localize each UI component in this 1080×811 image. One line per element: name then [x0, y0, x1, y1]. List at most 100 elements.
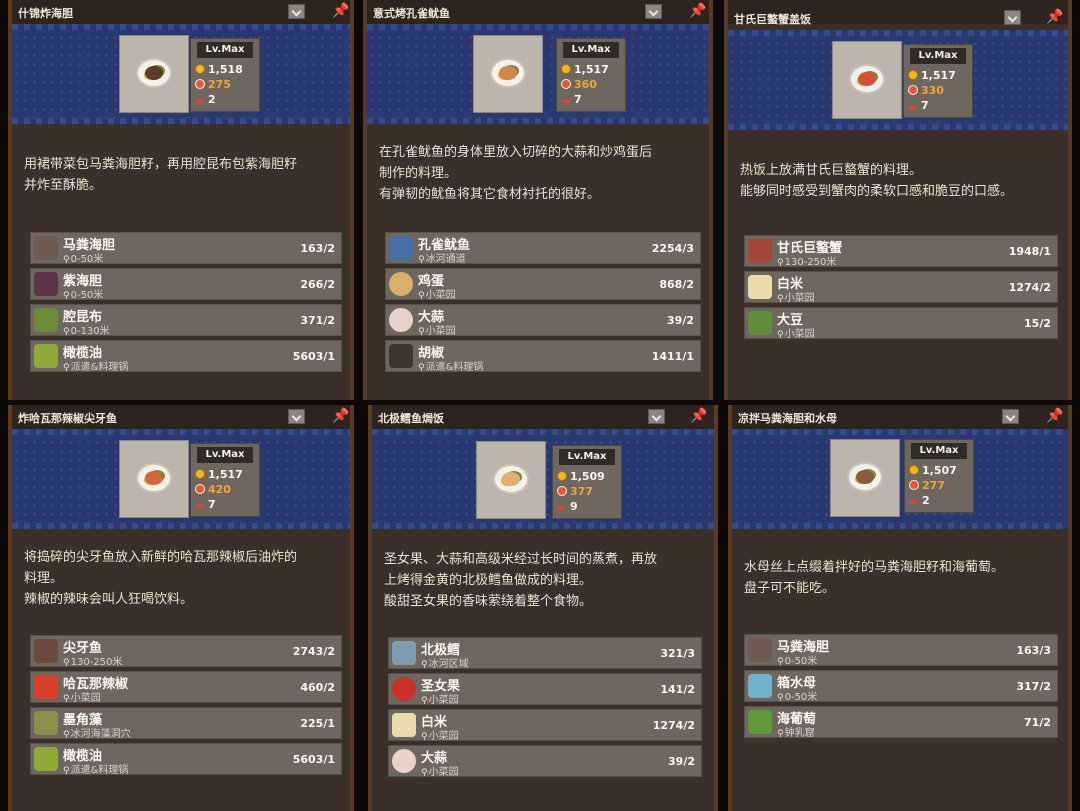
dish-banner: Lv.Max 1,507 277 ▬ 2 — [732, 429, 1068, 529]
ingredient-count: 1274/2 — [652, 719, 695, 732]
dish-banner: Lv.Max 1,509 377 ▬ 9 — [372, 429, 714, 529]
ingredient-row[interactable]: 鸡蛋 小菜园 868/2 — [385, 268, 701, 301]
ingredient-row[interactable]: 甘氏巨螯蟹 130-250米 1948/1 — [744, 235, 1058, 268]
ingredient-location: 0-130米 — [63, 322, 110, 337]
chevron-down-icon[interactable] — [288, 4, 305, 19]
ingredient-count: 163/2 — [300, 242, 335, 255]
card-titlebar: 意式烤孔雀鱿鱼 📌 — [367, 0, 709, 24]
description-line: 有弹韧的鱿鱼将其它食材衬托的很好。 — [379, 187, 601, 202]
ingredient-location: 钟乳窟 — [777, 724, 815, 739]
pin-icon[interactable]: 📌 — [690, 408, 707, 424]
price-value: 1,517 — [921, 69, 956, 82]
ingredient-location: 小菜园 — [418, 322, 456, 337]
ingredient-row[interactable]: 北极鳕 冰河区域 321/3 — [388, 637, 702, 670]
pin-icon[interactable]: 📌 — [332, 408, 349, 424]
squid-icon — [389, 236, 413, 260]
ingredient-row[interactable]: 腔昆布 0-130米 371/2 — [30, 304, 342, 337]
taste-value: 360 — [574, 78, 597, 91]
price-value: 1,507 — [922, 464, 957, 477]
jellyfish-icon — [748, 674, 772, 698]
dish-banner: Lv.Max 1,517 330 ▬ 7 — [728, 30, 1068, 130]
ingredient-count: 15/2 — [1024, 317, 1051, 330]
ingredient-row[interactable]: 箱水母 0-50米 317/2 — [744, 670, 1058, 703]
ingredient-row[interactable]: 大蒜 小菜园 39/2 — [385, 304, 701, 337]
amount-value: 2 — [208, 93, 216, 106]
taste-row: 330 — [908, 84, 944, 98]
ingredient-row[interactable]: 墨角藻 冰河海藻洞穴 225/1 — [30, 707, 342, 740]
price-value: 1,509 — [570, 470, 605, 483]
ingredient-row[interactable]: 圣女果 小菜园 141/2 — [388, 673, 702, 706]
amount-row: ▬ 2 — [909, 494, 930, 508]
ingredient-row[interactable]: 紫海胆 0-50米 266/2 — [30, 268, 342, 301]
taste-value: 277 — [922, 479, 945, 492]
ingredient-count: 5603/1 — [292, 753, 335, 766]
ingredient-row[interactable]: 大豆 小菜园 15/2 — [744, 307, 1058, 340]
taste-icon — [557, 486, 567, 496]
description-line: 盘子可不能吃。 — [744, 581, 836, 596]
recipe-title: 什锦炸海胆 — [18, 7, 73, 20]
chevron-down-icon[interactable] — [645, 4, 662, 19]
description-line: 用裙带菜包马粪海胆籽，再用腔昆布包紫海胆籽 — [24, 157, 298, 172]
ingredient-count: 163/3 — [1016, 644, 1051, 657]
ingredient-row[interactable]: 胡椒 派遣&料理锅 1411/1 — [385, 340, 701, 373]
amount-value: 9 — [570, 500, 578, 513]
dish-icon — [847, 462, 883, 492]
level-badge: Lv.Max — [563, 42, 619, 58]
ingredient-location: 小菜园 — [421, 727, 459, 742]
level-badge: Lv.Max — [197, 42, 253, 58]
description-line: 料理。 — [24, 571, 64, 586]
ingredient-location: 小菜园 — [421, 763, 459, 778]
pin-icon[interactable]: 📌 — [332, 3, 349, 19]
ingredient-row[interactable]: 橄榄油 派遣&料理锅 5603/1 — [30, 340, 342, 373]
ingredient-location: 小菜园 — [63, 689, 101, 704]
dish-icon — [849, 64, 885, 94]
ingredient-row[interactable]: 哈瓦那辣椒 小菜园 460/2 — [30, 671, 342, 704]
chevron-down-icon[interactable] — [1004, 10, 1021, 25]
ingredient-count: 2254/3 — [651, 242, 694, 255]
dish-icon — [490, 58, 526, 88]
recipe-card: 什锦炸海胆 📌 Lv.Max 1,518 275 ▬ 2 用裙带菜包马粪海胆籽，再… — [8, 0, 354, 400]
taste-value: 275 — [208, 78, 231, 91]
ingredient-row[interactable]: 马粪海胆 0-50米 163/2 — [30, 232, 342, 265]
dish-icon — [136, 463, 172, 493]
stats-panel: Lv.Max 1,517 360 ▬ 7 — [556, 38, 626, 112]
amount-row: ▬ 7 — [908, 99, 929, 113]
soybean-icon — [748, 311, 772, 335]
pepper-jar-icon — [389, 344, 413, 368]
price-value: 1,517 — [574, 63, 609, 76]
ingredient-row[interactable]: 海葡萄 钟乳窟 71/2 — [744, 706, 1058, 739]
coin-icon — [561, 64, 571, 74]
amount-row: ▬ 9 — [557, 500, 578, 514]
purple-urchin-icon — [34, 272, 58, 296]
dish-frame — [476, 441, 546, 519]
pin-icon[interactable]: 📌 — [1046, 408, 1063, 424]
card-titlebar: 北极鳕鱼焗饭 📌 — [372, 405, 714, 429]
stats-panel: Lv.Max 1,517 420 ▬ 7 — [190, 443, 260, 517]
dish-banner: Lv.Max 1,517 420 ▬ 7 — [12, 429, 350, 529]
recipe-card: 意式烤孔雀鱿鱼 📌 Lv.Max 1,517 360 ▬ 7 在孔雀鱿鱼的身体里放… — [363, 0, 713, 400]
recipe-description: 将捣碎的尖牙鱼放入新鲜的哈瓦那辣椒后油炸的 料理。 辣椒的辣味会叫人狂喝饮料。 — [24, 547, 338, 610]
recipe-title: 炸哈瓦那辣椒尖牙鱼 — [18, 412, 117, 425]
taste-icon — [195, 484, 205, 494]
ingredient-location: 0-50米 — [63, 250, 104, 265]
chevron-down-icon[interactable] — [1002, 409, 1019, 424]
amount-row: ▬ 7 — [195, 498, 216, 512]
chevron-down-icon[interactable] — [648, 409, 665, 424]
pin-icon[interactable]: 📌 — [1046, 9, 1063, 25]
dish-banner: Lv.Max 1,517 360 ▬ 7 — [367, 24, 709, 124]
ingredient-row[interactable]: 橄榄油 派遣&料理锅 5603/1 — [30, 743, 342, 776]
meat-icon: ▬ — [908, 102, 918, 113]
description-line: 辣椒的辣味会叫人狂喝饮料。 — [24, 592, 194, 607]
description-line: 在孔雀鱿鱼的身体里放入切碎的大蒜和炒鸡蛋后 — [379, 145, 653, 160]
olive-oil-icon — [34, 747, 58, 771]
pin-icon[interactable]: 📌 — [689, 3, 706, 19]
ingredient-row[interactable]: 孔雀鱿鱼 冰河通道 2254/3 — [385, 232, 701, 265]
dish-icon — [493, 464, 529, 494]
ingredient-row[interactable]: 白米 小菜园 1274/2 — [388, 709, 702, 742]
ingredient-row[interactable]: 马粪海胆 0-50米 163/3 — [744, 634, 1058, 667]
ingredient-count: 266/2 — [300, 278, 335, 291]
chevron-down-icon[interactable] — [288, 409, 305, 424]
ingredient-row[interactable]: 大蒜 小菜园 39/2 — [388, 745, 702, 778]
ingredient-row[interactable]: 尖牙鱼 130-250米 2743/2 — [30, 635, 342, 668]
ingredient-row[interactable]: 白米 小菜园 1274/2 — [744, 271, 1058, 304]
